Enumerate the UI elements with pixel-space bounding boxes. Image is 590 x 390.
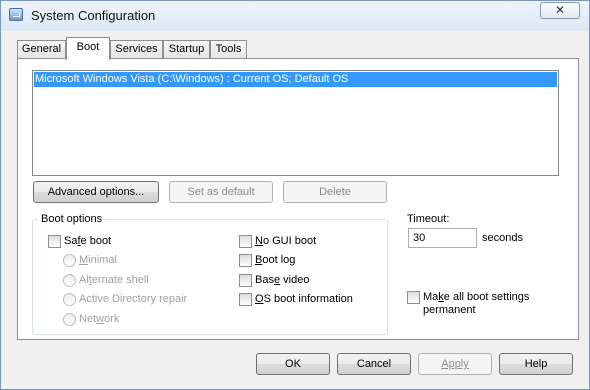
boot-log-text-b: oot log	[262, 254, 296, 266]
os-list-item-selected[interactable]: Microsoft Windows Vista (C:\Windows) : C…	[34, 72, 557, 87]
no-gui-boot-check-box[interactable]	[239, 235, 252, 248]
boot-options-label: Boot options	[38, 213, 106, 225]
permanent-text-line2: permanent	[423, 304, 476, 316]
title-bar[interactable]: System Configuration ✕	[1, 1, 589, 31]
set-as-default-button[interactable]: Set as default	[169, 181, 273, 203]
minimal-label: Minimal	[79, 254, 117, 267]
boot-log-check-box[interactable]	[239, 254, 252, 267]
set-as-default-label: Set as default	[187, 186, 255, 198]
permanent-text-a: Ma	[423, 291, 439, 303]
msconfig-app-icon	[9, 8, 23, 21]
minimal-text-b: inimal	[88, 254, 117, 266]
safe-boot-text-b: e boot	[80, 235, 112, 247]
boot-tab-panel: Microsoft Windows Vista (C:\Windows) : C…	[17, 58, 579, 340]
active-directory-repair-label: Active Directory repair	[79, 293, 188, 305]
make-permanent-label: Make all boot settings permanent	[423, 291, 529, 317]
tab-boot[interactable]: Boot	[66, 37, 110, 60]
no-gui-boot-label: No GUI boot	[255, 235, 316, 248]
no-gui-text-b: o GUI boot	[262, 235, 317, 247]
os-list[interactable]: Microsoft Windows Vista (C:\Windows) : C…	[32, 70, 559, 176]
base-video-text-a: Bas	[255, 274, 274, 286]
minimal-radio-circle[interactable]	[63, 254, 76, 267]
os-boot-information-check-box[interactable]	[239, 293, 252, 306]
system-configuration-window: System Configuration ✕ General Boot Serv…	[0, 0, 590, 390]
os-boot-information-label: OS boot information	[255, 293, 353, 306]
minimal-accelerator: M	[79, 254, 89, 266]
safe-boot-text-a: Sa	[64, 235, 78, 247]
permanent-text-b: e all boot settings	[443, 291, 530, 303]
apply-button[interactable]: Apply	[418, 353, 492, 375]
base-video-check-box[interactable]	[239, 274, 252, 287]
alternate-shell-text-b: ernate shell	[91, 274, 149, 286]
delete-button[interactable]: Delete	[283, 181, 387, 203]
apply-text: Apply	[441, 358, 469, 370]
safe-boot-check-box[interactable]	[48, 235, 61, 248]
tab-startup[interactable]: Startup	[163, 40, 210, 59]
no-gui-accelerator: N	[255, 235, 263, 247]
timeout-label: Timeout:	[407, 213, 450, 225]
tab-general[interactable]: General	[17, 40, 66, 59]
os-info-accelerator: O	[255, 293, 264, 305]
cancel-button[interactable]: Cancel	[337, 353, 411, 375]
active-directory-repair-radio-circle[interactable]	[63, 293, 76, 306]
make-permanent-check-box[interactable]	[407, 291, 420, 304]
alternate-shell-label: Alternate shell	[79, 274, 149, 287]
alternate-shell-text-a: Al	[79, 274, 89, 286]
network-text-b: ork	[104, 313, 120, 325]
help-label: Help	[524, 358, 548, 370]
network-radio-circle[interactable]	[63, 313, 76, 326]
safe-boot-label: Safe boot	[64, 235, 111, 248]
advanced-options-button[interactable]: Advanced options...	[33, 181, 159, 203]
window-title: System Configuration	[31, 8, 156, 23]
network-accelerator: w	[96, 313, 105, 325]
ok-label: OK	[285, 358, 301, 370]
delete-label: Delete	[319, 186, 351, 198]
tab-tools[interactable]: Tools	[210, 40, 247, 59]
help-button[interactable]: Help	[499, 353, 573, 375]
ok-button[interactable]: OK	[256, 353, 330, 375]
base-video-text-b: video	[280, 274, 310, 286]
boot-log-label: Boot log	[255, 254, 295, 267]
advanced-options-label: Advanced options...	[47, 186, 145, 198]
timeout-input[interactable]: 30	[408, 228, 477, 248]
cancel-label: Cancel	[356, 358, 392, 370]
timeout-unit-label: seconds	[482, 232, 523, 244]
network-label: Network	[79, 313, 119, 326]
os-info-text-b: S boot information	[263, 293, 353, 305]
apply-label: Apply	[441, 358, 469, 370]
network-text-a: Net	[79, 313, 97, 325]
tab-services[interactable]: Services	[110, 40, 163, 59]
base-video-label: Base video	[255, 274, 309, 287]
alternate-shell-radio-circle[interactable]	[63, 274, 76, 287]
close-button[interactable]: ✕	[540, 2, 580, 19]
